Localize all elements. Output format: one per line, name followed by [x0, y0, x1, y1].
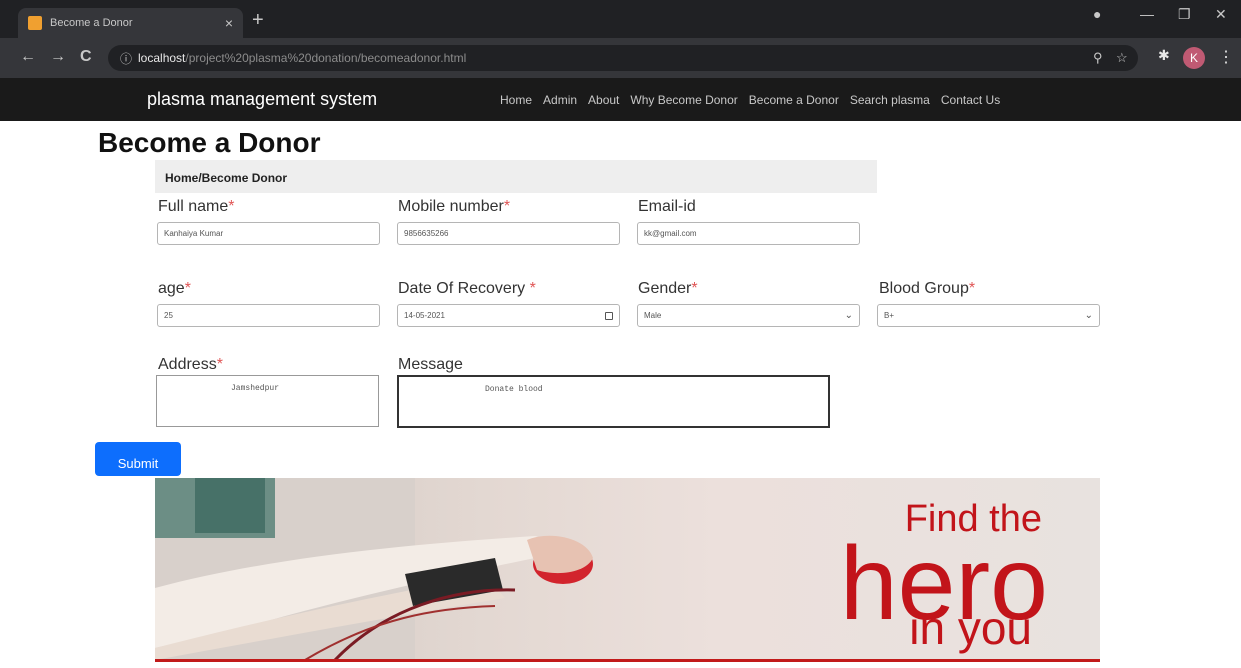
- full-name-label: Full name*: [158, 198, 234, 216]
- chevron-down-icon: ⌄: [1084, 310, 1093, 321]
- blood-group-value: B+: [884, 311, 895, 320]
- required-mark: *: [691, 280, 698, 297]
- message-label: Message: [398, 356, 463, 373]
- minimize-button[interactable]: —: [1140, 6, 1154, 22]
- message-textarea[interactable]: Donate blood: [397, 375, 830, 428]
- breadcrumb: Home/Become Donor: [155, 160, 877, 193]
- profile-avatar[interactable]: K: [1183, 47, 1205, 69]
- tab-title: Become a Donor: [50, 17, 133, 29]
- recovery-date-value: 14-05-2021: [404, 311, 445, 320]
- blood-group-label: Blood Group*: [879, 280, 975, 298]
- nav-link-contact-us[interactable]: Contact Us: [941, 93, 1000, 107]
- gender-value: Male: [644, 311, 662, 320]
- blood-group-label-text: Blood Group: [879, 280, 969, 297]
- gender-select[interactable]: Male ⌄: [637, 304, 860, 327]
- required-mark: *: [228, 198, 235, 215]
- required-mark: *: [216, 356, 223, 373]
- email-input[interactable]: kk@gmail.com: [637, 222, 860, 245]
- close-window-button[interactable]: ✕: [1215, 6, 1227, 23]
- email-label: Email-id: [638, 198, 696, 215]
- bookmark-star-icon[interactable]: ☆: [1116, 50, 1128, 66]
- chevron-down-icon: ⌄: [844, 310, 853, 321]
- address-bar-row: ← → C ⓘ localhost /project%20plasma%20do…: [0, 38, 1241, 78]
- favicon-icon: [28, 16, 42, 30]
- mobile-label-text: Mobile number: [398, 198, 504, 215]
- age-input[interactable]: 25: [157, 304, 380, 327]
- recovery-date-input[interactable]: 14-05-2021: [397, 304, 620, 327]
- url-host: localhost: [138, 51, 186, 65]
- blood-group-select[interactable]: B+ ⌄: [877, 304, 1100, 327]
- nav-link-admin[interactable]: Admin: [543, 93, 577, 107]
- recovery-date-label: Date Of Recovery *: [398, 280, 536, 298]
- banner-line-3: in you: [909, 602, 1032, 654]
- back-button[interactable]: ←: [20, 47, 36, 67]
- age-label-text: age: [158, 280, 185, 297]
- banner-bottom-border: [155, 659, 1100, 662]
- nav-link-why-become-donor[interactable]: Why Become Donor: [630, 93, 737, 107]
- nav-link-become-a-donor[interactable]: Become a Donor: [749, 93, 839, 107]
- forward-button[interactable]: →: [50, 47, 66, 67]
- required-mark: *: [503, 198, 511, 215]
- hero-banner: Find the hero in you: [155, 478, 1100, 660]
- search-icon[interactable]: ⚲: [1093, 50, 1103, 66]
- browser-tab[interactable]: Become a Donor ×: [18, 8, 243, 38]
- full-name-label-text: Full name: [158, 198, 229, 215]
- gender-label: Gender*: [638, 280, 698, 298]
- required-mark: *: [529, 280, 536, 297]
- nav-link-home[interactable]: Home: [500, 93, 532, 107]
- age-label: age*: [158, 280, 191, 298]
- nav-link-about[interactable]: About: [588, 93, 619, 107]
- extensions-icon[interactable]: ✱: [1158, 47, 1170, 64]
- reload-button[interactable]: C: [80, 47, 92, 67]
- required-mark: *: [184, 280, 191, 297]
- nav-link-search-plasma[interactable]: Search plasma: [850, 93, 930, 107]
- nav-links: Home Admin About Why Become Donor Become…: [500, 93, 1000, 107]
- full-name-input[interactable]: Kanhaiya Kumar: [157, 222, 380, 245]
- recovery-date-label-text: Date Of Recovery: [398, 280, 530, 297]
- browser-tab-bar: Become a Donor × + ● — ❐ ✕: [0, 0, 1241, 38]
- address-label: Address*: [158, 356, 223, 374]
- browser-menu-icon[interactable]: ⋮: [1218, 47, 1234, 67]
- required-mark: *: [968, 280, 976, 297]
- site-info-icon[interactable]: ⓘ: [120, 50, 132, 67]
- url-input[interactable]: ⓘ localhost /project%20plasma%20donation…: [108, 45, 1138, 71]
- site-navbar: plasma management system Home Admin Abou…: [0, 78, 1241, 121]
- brand-name[interactable]: plasma management system: [147, 89, 377, 110]
- new-tab-button[interactable]: +: [252, 8, 264, 32]
- restore-button[interactable]: ❐: [1178, 6, 1191, 23]
- tab-close-icon[interactable]: ×: [225, 15, 233, 31]
- gender-label-text: Gender: [638, 280, 692, 297]
- address-label-text: Address: [158, 356, 217, 373]
- media-icon[interactable]: ●: [1093, 6, 1101, 22]
- url-path: /project%20plasma%20donation/becomeadono…: [185, 51, 467, 65]
- calendar-icon[interactable]: [605, 311, 613, 320]
- address-textarea[interactable]: Jamshedpur: [156, 375, 379, 427]
- submit-button[interactable]: Submit: [95, 442, 181, 476]
- mobile-label: Mobile number*: [398, 198, 510, 216]
- mobile-input[interactable]: 9856635266: [397, 222, 620, 245]
- page-title: Become a Donor: [98, 127, 321, 158]
